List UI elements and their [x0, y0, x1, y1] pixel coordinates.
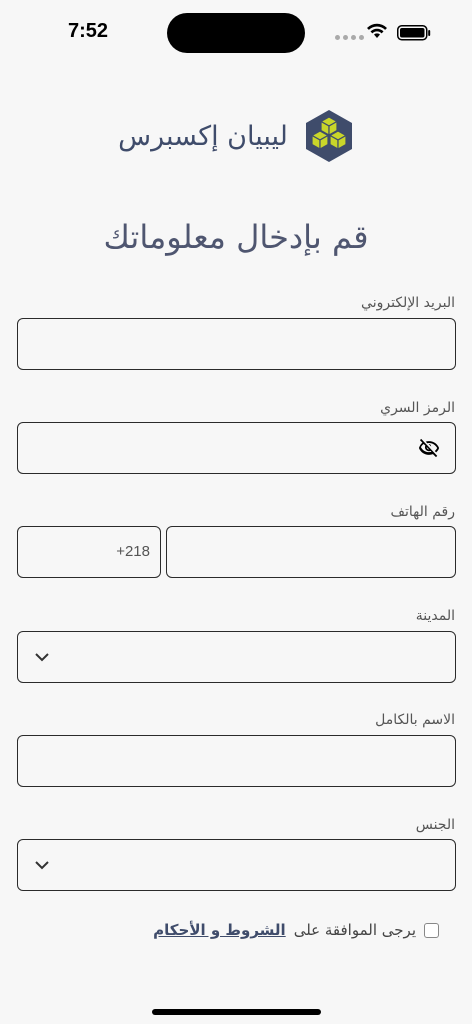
chevron-down-icon — [35, 861, 49, 870]
eye-off-icon[interactable] — [418, 437, 440, 459]
brand-header: ليبيان إكسبرس — [0, 106, 472, 166]
full-name-field[interactable] — [17, 735, 456, 787]
terms-text: يرجى الموافقة على — [293, 921, 416, 939]
phone-label: رقم الهاتف — [390, 504, 455, 520]
password-field[interactable] — [17, 422, 456, 474]
brand-name: ليبيان إكسبرس — [118, 120, 288, 152]
chevron-down-icon — [35, 653, 49, 662]
full-name-label: الاسم بالكامل — [375, 712, 455, 728]
cube-logo-icon — [305, 110, 352, 162]
wifi-icon — [367, 23, 387, 38]
email-label: البريد الإلكتروني — [361, 295, 455, 311]
status-bar: 7:52 — [0, 0, 472, 64]
cellular-signal-icon — [335, 35, 364, 40]
city-label: المدينة — [415, 608, 455, 624]
terms-link[interactable]: الشروط و الأحكام — [153, 921, 286, 939]
dynamic-island — [167, 13, 305, 53]
email-field[interactable] — [17, 318, 456, 370]
gender-label: الجنس — [415, 817, 455, 833]
page-title: قم بإدخال معلوماتك — [103, 218, 369, 256]
status-time: 7:52 — [68, 20, 109, 42]
terms-checkbox[interactable] — [424, 922, 439, 938]
password-label: الرمز السري — [380, 400, 455, 416]
gender-select[interactable] — [17, 839, 456, 891]
phone-number-field[interactable] — [166, 526, 456, 578]
home-indicator[interactable] — [152, 1009, 321, 1015]
battery-icon — [397, 25, 431, 41]
country-code: +218 — [116, 543, 150, 560]
city-select[interactable] — [17, 631, 456, 683]
terms-row: يرجى الموافقة على الشروط و الأحكام — [153, 918, 439, 942]
country-code-field[interactable]: +218 — [17, 526, 161, 578]
